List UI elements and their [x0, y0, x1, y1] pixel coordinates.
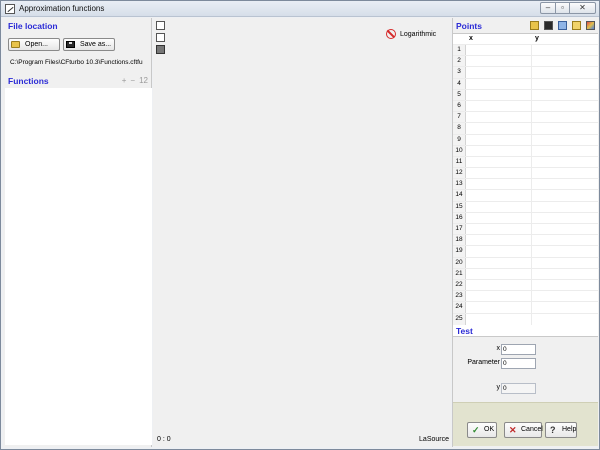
points-title: Points: [456, 21, 482, 31]
table-row[interactable]: 22: [453, 278, 598, 292]
logarithmic-toggle[interactable]: Logarithmic: [386, 29, 436, 39]
open-points-icon[interactable]: [530, 21, 539, 30]
sort-functions-icon[interactable]: 12: [139, 76, 148, 85]
left-panel: File location Open... Save as... C:\Prog…: [3, 18, 152, 447]
export-image-icon[interactable]: [156, 33, 165, 42]
ok-button-label: OK: [484, 426, 495, 433]
dialog-button-bar: ✓ OK ✕ Cancel ? Help: [453, 402, 598, 446]
row-number: 25: [453, 313, 466, 325]
table-row[interactable]: 10: [453, 144, 598, 157]
functions-list[interactable]: [5, 88, 152, 445]
cancel-icon: ✕: [509, 425, 517, 435]
table-row[interactable]: 20: [453, 256, 598, 269]
right-panel: Points x y 1 2 3 4 5 6 7 8 9 10 11 12 13 14 15 16 17 18 19…: [452, 18, 599, 447]
file-location-title: File location: [8, 21, 58, 31]
table-row[interactable]: 25: [453, 312, 598, 325]
file-path: C:\Program Files\CFturbo 10.3\Functions.…: [10, 59, 143, 66]
maximize-button[interactable]: ▫: [556, 2, 570, 14]
column-header-x: x: [469, 35, 473, 42]
test-y-output: 0: [501, 383, 536, 394]
help-button-label: Help: [562, 426, 577, 433]
table-row[interactable]: 5: [453, 88, 598, 101]
logarithmic-label: Logarithmic: [400, 30, 437, 38]
save-icon: [66, 41, 75, 48]
app-icon: [5, 4, 15, 14]
functions-toolbar: + − 12: [122, 76, 148, 85]
functions-title: Functions: [8, 76, 49, 86]
table-row[interactable]: 23: [453, 290, 598, 303]
column-header-y: y: [535, 35, 539, 42]
test-parameter-label: Parameter: [467, 359, 500, 366]
save-as-button[interactable]: Save as...: [63, 38, 115, 51]
remove-function-icon[interactable]: −: [130, 76, 135, 85]
cell-x[interactable]: [466, 313, 532, 325]
save-points-icon[interactable]: [544, 21, 553, 30]
table-row[interactable]: 21: [453, 267, 598, 280]
window-controls: – ▫ ✕: [540, 2, 596, 14]
title-bar[interactable]: Approximation functions – ▫ ✕: [1, 1, 599, 17]
table-row[interactable]: 4: [453, 77, 598, 90]
folder-open-icon: [11, 41, 20, 48]
table-row[interactable]: 1: [453, 44, 598, 57]
add-function-icon[interactable]: +: [122, 76, 127, 85]
test-parameter-input[interactable]: 0: [501, 358, 536, 369]
table-row[interactable]: 2: [453, 55, 598, 68]
table-row[interactable]: 24: [453, 301, 598, 314]
help-icon: ?: [550, 425, 556, 435]
disabled-icon: [386, 29, 396, 39]
points-rows: 1 2 3 4 5 6 7 8 9 10 11 12 13 14 15 16 17 18 19 20 21 22 23 24 2…: [453, 44, 598, 325]
cancel-button-label: Cancel: [521, 426, 543, 433]
copy-points-icon[interactable]: [558, 21, 567, 30]
table-row[interactable]: 15: [453, 200, 598, 213]
table-row[interactable]: 19: [453, 245, 598, 258]
checkmark-icon: ✓: [472, 425, 480, 435]
cancel-button[interactable]: ✕ Cancel: [504, 422, 543, 438]
test-y-label: y: [496, 384, 501, 391]
clear-points-icon[interactable]: [586, 21, 595, 30]
test-x-input[interactable]: 0: [501, 344, 536, 355]
print-icon[interactable]: [156, 45, 165, 54]
open-button[interactable]: Open...: [8, 38, 60, 51]
table-row[interactable]: 3: [453, 66, 598, 79]
save-as-button-label: Save as...: [80, 41, 112, 48]
help-button[interactable]: ? Help: [545, 422, 577, 438]
test-x-label: x: [496, 345, 501, 352]
table-row[interactable]: 18: [453, 234, 598, 247]
plot-panel[interactable]: Logarithmic 0 : 0 LaSource: [153, 18, 451, 447]
window-title: Approximation functions: [19, 4, 105, 13]
points-grid[interactable]: x y 1 2 3 4 5 6 7 8 9 10 11 12 13 14 15 16 17 18 19 20 21 22 2…: [453, 33, 598, 337]
table-row[interactable]: 17: [453, 223, 598, 236]
copy-icon[interactable]: [156, 21, 165, 30]
table-row[interactable]: 16: [453, 211, 598, 224]
open-button-label: Open...: [25, 41, 48, 48]
table-row[interactable]: 6: [453, 99, 598, 113]
table-row[interactable]: 9: [453, 133, 598, 146]
minimize-button[interactable]: –: [540, 2, 556, 14]
table-row[interactable]: 8: [453, 122, 598, 135]
approximation-functions-window: Approximation functions – ▫ ✕ File locat…: [0, 0, 600, 450]
ok-button[interactable]: ✓ OK: [467, 422, 497, 438]
plot-source-label: LaSource: [419, 436, 449, 443]
paste-points-icon[interactable]: [572, 21, 581, 30]
table-row[interactable]: 14: [453, 189, 598, 202]
table-row[interactable]: 7: [453, 111, 598, 124]
test-title: Test: [456, 326, 473, 336]
table-row[interactable]: 12: [453, 167, 598, 180]
table-row[interactable]: 11: [453, 155, 598, 169]
cursor-coordinates: 0 : 0: [157, 436, 171, 443]
close-button[interactable]: ✕: [570, 2, 596, 14]
table-row[interactable]: 13: [453, 178, 598, 191]
points-toolbar: [530, 21, 595, 30]
